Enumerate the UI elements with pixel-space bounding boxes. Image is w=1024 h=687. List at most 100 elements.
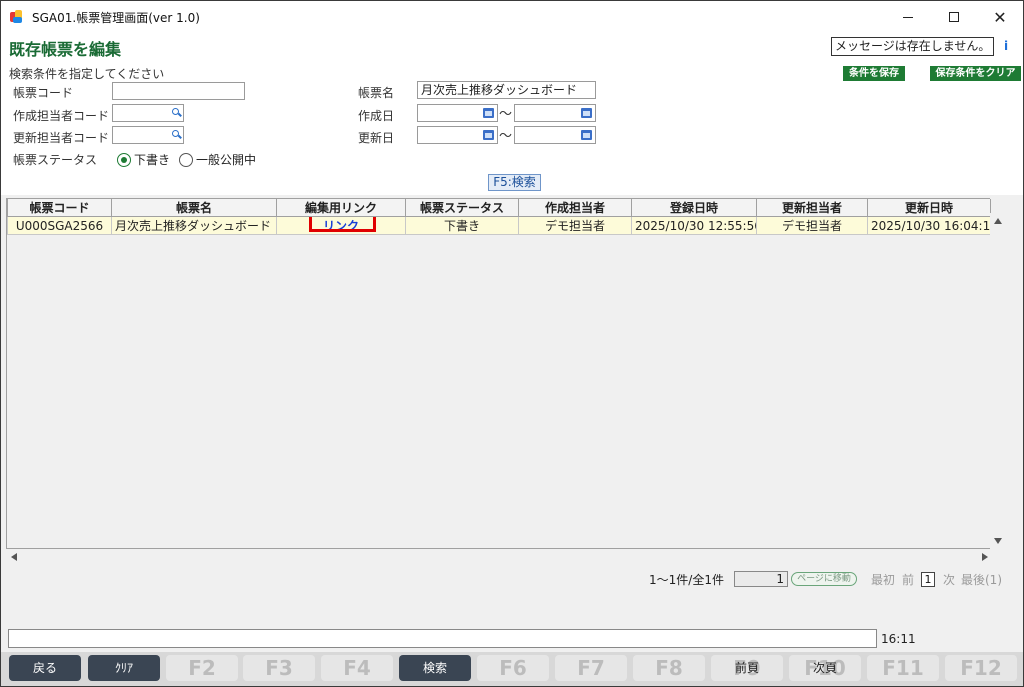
fkey-key: F12	[960, 656, 1002, 680]
date-range-separator: 〜	[499, 107, 513, 122]
message-box: メッセージは存在しません。	[831, 37, 994, 56]
radio-unchecked-icon	[179, 152, 193, 167]
cell-report-code: U000SGA2566	[7, 216, 112, 235]
fkey-key: F4	[343, 656, 371, 680]
column-header[interactable]: 編集用リンク	[276, 199, 406, 217]
fkey-f7-button[interactable]: F7	[555, 655, 627, 681]
updater-code-input[interactable]	[112, 126, 184, 144]
result-table: 帳票コード 帳票名 編集用リンク 帳票ステータス 作成担当者 登録日時 更新担当…	[7, 199, 991, 235]
title-bar: SGA01.帳票管理画面(ver 1.0) ✕	[1, 1, 1023, 33]
fkey-f8-button[interactable]: F8	[633, 655, 705, 681]
highlight-box	[309, 217, 376, 232]
table-row[interactable]: U000SGA2566 月次売上推移ダッシュボード リンク 下書き デモ担当者 …	[7, 216, 991, 235]
info-icon[interactable]: i	[1004, 39, 1008, 53]
search-icon[interactable]	[172, 130, 181, 139]
fkey-search-button[interactable]: 検索	[399, 655, 471, 681]
report-code-input[interactable]	[112, 82, 245, 100]
status-bar	[8, 629, 877, 648]
calendar-icon[interactable]	[483, 130, 494, 140]
status-label: 帳票ステータス	[13, 153, 98, 167]
radio-checked-icon	[117, 152, 131, 167]
updater-code-label: 更新担当者コード	[13, 131, 110, 145]
window-controls: ✕	[885, 1, 1023, 33]
created-date-to-input[interactable]	[514, 104, 596, 122]
clock: 16:11	[881, 632, 916, 646]
report-name-label: 帳票名	[358, 86, 395, 100]
pager-first[interactable]: 最初	[871, 571, 895, 589]
table-header-row: 帳票コード 帳票名 編集用リンク 帳票ステータス 作成担当者 登録日時 更新担当…	[7, 199, 991, 217]
created-date-from-input[interactable]	[417, 104, 498, 122]
fkey-f3-button[interactable]: F3	[243, 655, 315, 681]
scroll-left-icon[interactable]	[11, 553, 17, 561]
save-conditions-button[interactable]: 条件を保存	[843, 66, 905, 81]
pager-current: 1	[921, 572, 935, 587]
status-radio-draft[interactable]: 下書き	[117, 151, 170, 168]
app-window: SGA01.帳票管理画面(ver 1.0) ✕ 既存帳票を編集 メッセージは存在…	[0, 0, 1024, 687]
column-header[interactable]: 帳票名	[111, 199, 277, 217]
maximize-icon	[949, 12, 959, 22]
function-key-bar: 戻る ｸﾘｱ F2 F3 F4 検索 F6 F7 F8 F9 前頁 F10 次頁 F…	[1, 652, 1023, 686]
scroll-up-icon[interactable]	[994, 218, 1002, 224]
column-header[interactable]: 登録日時	[631, 199, 757, 217]
creator-code-input[interactable]	[112, 104, 184, 122]
fkey-back-button[interactable]: 戻る	[9, 655, 81, 681]
calendar-icon[interactable]	[483, 108, 494, 118]
cell-edit-link: リンク	[276, 216, 406, 235]
column-header[interactable]: 帳票コード	[7, 199, 112, 217]
fkey-label: 戻る	[32, 661, 57, 675]
date-range-separator: 〜	[499, 129, 513, 144]
fkey-f4-button[interactable]: F4	[321, 655, 393, 681]
pager-summary: 1〜1件/全1件	[649, 573, 724, 587]
vertical-scrollbar[interactable]	[990, 213, 1007, 549]
status-radio-public[interactable]: 一般公開中	[179, 151, 256, 168]
fkey-label: ｸﾘｱ	[114, 661, 133, 675]
fkey-next-page-button[interactable]: F10 次頁	[789, 655, 861, 681]
app-logo-icon	[10, 10, 24, 24]
fkey-f6-button[interactable]: F6	[477, 655, 549, 681]
fkey-f12-button[interactable]: F12	[945, 655, 1017, 681]
fkey-key: F7	[577, 656, 605, 680]
pager-last[interactable]: 最後(1)	[961, 571, 1002, 589]
page-move-button[interactable]: ページに移動	[791, 572, 857, 586]
maximize-button[interactable]	[931, 1, 977, 33]
close-button[interactable]: ✕	[977, 1, 1023, 33]
cell-status: 下書き	[405, 216, 519, 235]
cell-updated: 2025/10/30 16:04:19	[867, 216, 991, 235]
calendar-icon[interactable]	[581, 108, 592, 118]
search-icon[interactable]	[172, 108, 181, 117]
column-header[interactable]: 更新担当者	[756, 199, 868, 217]
column-header[interactable]: 更新日時	[867, 199, 991, 217]
created-date-label: 作成日	[358, 109, 395, 123]
column-header[interactable]: 帳票ステータス	[405, 199, 519, 217]
scroll-right-icon[interactable]	[982, 553, 988, 561]
cell-report-name: 月次売上推移ダッシュボード	[111, 216, 277, 235]
fkey-label: 検索	[422, 661, 447, 675]
fkey-clear-button[interactable]: ｸﾘｱ	[88, 655, 160, 681]
search-button[interactable]: F5:検索	[488, 174, 541, 191]
pager-next[interactable]: 次	[943, 571, 955, 589]
search-panel: 検索条件を指定してください 条件を保存 保存条件をクリア 帳票コード 作成担当者…	[1, 59, 1023, 195]
column-header[interactable]: 作成担当者	[518, 199, 632, 217]
creator-code-label: 作成担当者コード	[13, 109, 110, 123]
fkey-label: 次頁	[812, 661, 837, 675]
fkey-key: F2	[188, 656, 216, 680]
scroll-down-icon[interactable]	[994, 538, 1002, 544]
window-title: SGA01.帳票管理画面(ver 1.0)	[32, 10, 200, 25]
fkey-f2-button[interactable]: F2	[166, 655, 238, 681]
page-number-input[interactable]: 1	[734, 571, 788, 587]
cell-creator: デモ担当者	[518, 216, 632, 235]
result-grid: 帳票コード 帳票名 編集用リンク 帳票ステータス 作成担当者 登録日時 更新担当…	[6, 198, 991, 549]
fkey-prev-page-button[interactable]: F9 前頁	[711, 655, 783, 681]
horizontal-scrollbar[interactable]	[6, 549, 990, 566]
updated-date-from-input[interactable]	[417, 126, 498, 144]
search-caption: 検索条件を指定してください	[9, 67, 165, 81]
clear-saved-conditions-button[interactable]: 保存条件をクリア	[930, 66, 1021, 81]
cell-registered: 2025/10/30 12:55:56	[631, 216, 757, 235]
report-name-input[interactable]: 月次売上推移ダッシュボード	[417, 81, 596, 99]
fkey-key: F11	[882, 656, 924, 680]
updated-date-to-input[interactable]	[514, 126, 596, 144]
pager-prev[interactable]: 前	[902, 571, 914, 589]
calendar-icon[interactable]	[581, 130, 592, 140]
fkey-f11-button[interactable]: F11	[867, 655, 939, 681]
minimize-button[interactable]	[885, 1, 931, 33]
